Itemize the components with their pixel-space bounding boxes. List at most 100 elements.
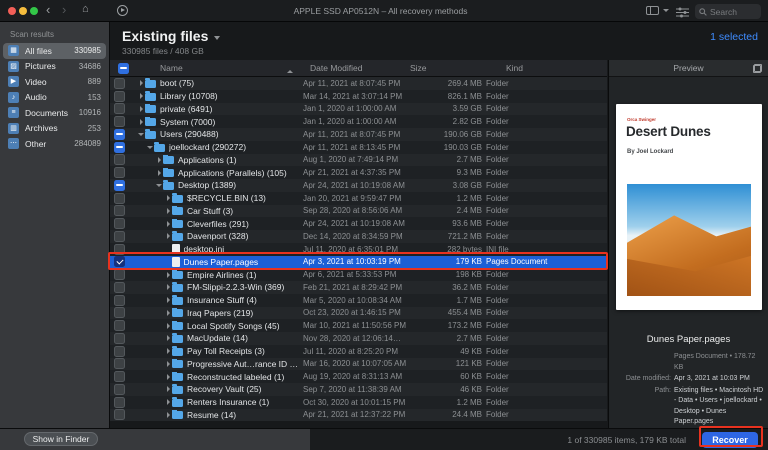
row-checkbox[interactable]	[114, 307, 125, 319]
table-row[interactable]: Renters Insurance (1) Oct 30, 2020 at 10:…	[110, 395, 607, 409]
expand-arrow-icon[interactable]	[164, 208, 172, 214]
expand-arrow-icon[interactable]	[164, 374, 172, 380]
chevron-down-icon[interactable]	[663, 9, 669, 12]
recovery-session-icon[interactable]	[117, 5, 128, 16]
minimize-window-button[interactable]	[19, 7, 27, 15]
sidebar-item-video[interactable]: ▶ Video 889	[3, 74, 106, 90]
row-checkbox[interactable]	[114, 192, 125, 204]
filter-icon[interactable]	[676, 5, 689, 23]
expand-arrow-icon[interactable]	[164, 233, 172, 239]
search-input[interactable]	[710, 6, 757, 17]
sidebar-item-other[interactable]: ⋯ Other 284089	[3, 136, 106, 152]
expand-arrow-icon[interactable]	[164, 412, 172, 418]
close-window-button[interactable]	[8, 7, 16, 15]
expand-arrow-icon[interactable]	[164, 221, 172, 227]
row-checkbox[interactable]	[114, 396, 125, 408]
table-row[interactable]: Iraq Papers (219) Oct 23, 2020 at 1:46:15…	[110, 306, 607, 320]
expand-arrow-icon[interactable]	[164, 348, 172, 354]
row-checkbox[interactable]	[114, 167, 125, 179]
row-checkbox[interactable]	[114, 294, 125, 306]
open-preview-window-icon[interactable]	[753, 64, 762, 73]
show-in-finder-button[interactable]: Show in Finder	[24, 432, 98, 446]
expand-arrow-icon[interactable]	[164, 272, 172, 278]
table-row[interactable]: boot (75) Apr 11, 2021 at 8:07:45 PM 269.4…	[110, 77, 607, 90]
expand-arrow-icon[interactable]	[164, 195, 172, 201]
collapse-arrow-icon[interactable]	[137, 133, 145, 136]
table-row[interactable]: FM-Slippi-2.2.3-Win (369) Feb 21, 2021 at…	[110, 281, 607, 294]
table-row[interactable]: Reconstructed labeled (1) Aug 19, 2020 at…	[110, 370, 607, 383]
expand-arrow-icon[interactable]	[164, 323, 172, 329]
table-row[interactable]: Insurance Stuff (4) Mar 5, 2020 at 10:08:…	[110, 293, 607, 307]
table-row[interactable]: Desktop (1389) Apr 24, 2021 at 10:19:08 A…	[110, 179, 607, 192]
row-checkbox[interactable]	[114, 205, 125, 217]
expand-arrow-icon[interactable]	[155, 157, 163, 163]
expand-arrow-icon[interactable]	[164, 297, 172, 303]
expand-arrow-icon[interactable]	[137, 93, 145, 99]
row-checkbox[interactable]	[114, 243, 125, 255]
expand-arrow-icon[interactable]	[137, 106, 145, 112]
expand-arrow-icon[interactable]	[155, 170, 163, 176]
table-row[interactable]: Cleverfiles (291) Apr 24, 2021 at 10:19:0…	[110, 217, 607, 230]
row-checkbox[interactable]	[114, 77, 125, 89]
column-header-kind[interactable]: Kind	[482, 63, 607, 73]
table-row[interactable]: private (6491) Jan 1, 2020 at 1:00:00 AM 3…	[110, 102, 607, 116]
row-checkbox[interactable]	[114, 141, 125, 153]
row-checkbox[interactable]	[114, 371, 125, 383]
sidebar-item-audio[interactable]: ♪ Audio 153	[3, 90, 106, 106]
row-checkbox[interactable]	[114, 179, 125, 191]
sidebar-item-pictures[interactable]: ▨ Pictures 34686	[3, 59, 106, 75]
row-checkbox[interactable]	[114, 358, 125, 370]
expand-arrow-icon[interactable]	[164, 399, 172, 405]
table-row[interactable]: Recovery Vault (25) Sep 7, 2020 at 11:38:…	[110, 383, 607, 396]
row-checkbox[interactable]	[114, 154, 125, 166]
row-checkbox[interactable]	[114, 269, 125, 281]
row-checkbox[interactable]	[114, 256, 125, 268]
table-row[interactable]: Pay Toll Receipts (3) Jul 11, 2020 at 8:2…	[110, 344, 607, 358]
row-checkbox[interactable]	[114, 218, 125, 230]
table-row[interactable]: MacUpdate (14) Nov 28, 2020 at 12:06:14… 2…	[110, 332, 607, 345]
row-checkbox[interactable]	[114, 320, 125, 332]
row-checkbox[interactable]	[114, 409, 125, 421]
collapse-arrow-icon[interactable]	[155, 184, 163, 187]
expand-arrow-icon[interactable]	[164, 335, 172, 341]
table-row[interactable]: Car Stuff (3) Sep 28, 2020 at 8:56:06 AM 2…	[110, 204, 607, 218]
row-checkbox[interactable]	[114, 383, 125, 395]
table-row[interactable]: Resume (14) Apr 21, 2021 at 12:37:22 PM 24…	[110, 408, 607, 422]
row-checkbox[interactable]	[114, 90, 125, 102]
sidebar-item-archives[interactable]: ▥ Archives 253	[3, 121, 106, 137]
table-row[interactable]: System (7000) Jan 1, 2020 at 1:00:00 AM 2.…	[110, 115, 607, 128]
table-row[interactable]: Empire Airlines (1) Apr 6, 2021 at 5:33:5…	[110, 268, 607, 281]
row-checkbox[interactable]	[114, 116, 125, 128]
column-header-size[interactable]: Size	[410, 63, 482, 73]
expand-arrow-icon[interactable]	[164, 284, 172, 290]
expand-arrow-icon[interactable]	[164, 386, 172, 392]
column-header-name[interactable]: Name	[134, 63, 303, 73]
zoom-window-button[interactable]	[30, 7, 38, 15]
row-checkbox[interactable]	[114, 230, 125, 242]
row-checkbox[interactable]	[114, 128, 125, 140]
forward-button[interactable]: ›	[62, 2, 66, 17]
select-all-checkbox[interactable]	[118, 62, 129, 74]
table-row[interactable]: joellockard (290272) Apr 11, 2021 at 8:13…	[110, 140, 607, 154]
column-header-date-modified[interactable]: Date Modified	[303, 63, 410, 73]
sidebar-item-all-files[interactable]: ▦ All files 330985	[3, 43, 106, 59]
recover-button[interactable]: Recover	[702, 432, 758, 448]
search-field[interactable]	[695, 4, 761, 19]
table-row[interactable]: Applications (1) Aug 1, 2020 at 7:49:14 P…	[110, 153, 607, 167]
table-row[interactable]: Dunes Paper.pages Apr 3, 2021 at 10:03:19…	[110, 255, 607, 269]
table-row[interactable]: Users (290488) Apr 11, 2021 at 8:07:45 PM…	[110, 128, 607, 141]
view-options-icon[interactable]	[646, 6, 659, 15]
expand-arrow-icon[interactable]	[164, 310, 172, 316]
table-row[interactable]: Applications (Parallels) (105) Apr 21, 20…	[110, 166, 607, 179]
scan-title-dropdown[interactable]: Existing files	[122, 28, 221, 44]
row-checkbox[interactable]	[114, 332, 125, 344]
table-row[interactable]: Library (10708) Mar 14, 2021 at 3:07:14 P…	[110, 89, 607, 103]
expand-arrow-icon[interactable]	[137, 80, 145, 86]
back-button[interactable]: ‹	[46, 2, 50, 17]
row-checkbox[interactable]	[114, 281, 125, 293]
expand-arrow-icon[interactable]	[164, 361, 172, 367]
expand-arrow-icon[interactable]	[137, 119, 145, 125]
table-row[interactable]: Davenport (328) Dec 14, 2020 at 8:34:59 P…	[110, 230, 607, 243]
home-icon[interactable]: ⌂	[82, 3, 89, 15]
row-checkbox[interactable]	[114, 345, 125, 357]
